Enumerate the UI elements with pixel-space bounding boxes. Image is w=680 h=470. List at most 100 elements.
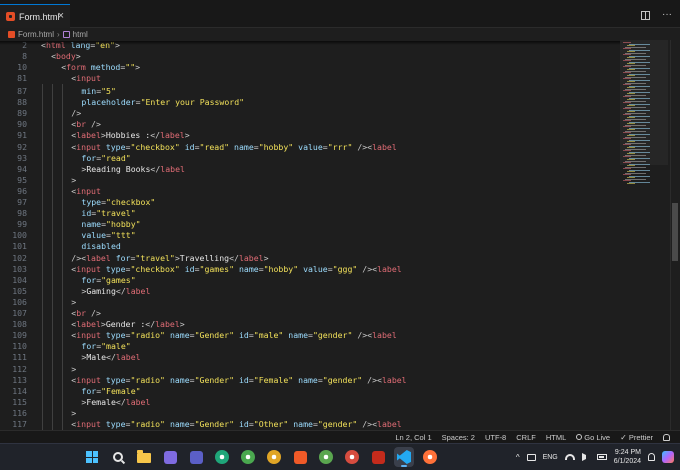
close-icon[interactable]: × <box>58 10 64 22</box>
breadcrumb-file[interactable]: Form.html <box>18 30 54 39</box>
code-token: > <box>71 407 77 418</box>
more-actions-icon[interactable]: ··· <box>662 9 672 20</box>
code-token: input <box>76 73 101 84</box>
code-text: <label>Gender :</label> <box>71 319 184 330</box>
tray-app-icon[interactable] <box>526 453 536 461</box>
scrollbar-thumb[interactable] <box>672 203 678 261</box>
battery-icon[interactable] <box>596 454 607 460</box>
volume-icon[interactable] <box>581 453 590 461</box>
taskbar-search[interactable] <box>108 447 128 467</box>
breadcrumb-element[interactable]: html <box>73 30 88 39</box>
code-line[interactable]: 92 <input type="checkbox" id="read" name=… <box>0 142 620 153</box>
taskbar-chrome-4[interactable] <box>342 447 362 467</box>
code-line[interactable]: 114 for="Female" <box>0 386 620 397</box>
code-token: name <box>234 141 254 152</box>
go-live-button[interactable]: Go Live <box>576 433 610 442</box>
code-line[interactable]: 98 id="travel" <box>0 208 620 219</box>
code-text: <input type="radio" name="Gender" id="ma… <box>71 330 396 341</box>
code-line[interactable]: 97 type="checkbox" <box>0 197 620 208</box>
encoding[interactable]: UTF-8 <box>485 433 506 442</box>
code-token: name <box>288 330 308 341</box>
taskbar-chrome-3[interactable] <box>316 447 336 467</box>
taskbar-app-purple[interactable] <box>160 447 180 467</box>
tab-bar: Form.html × ··· <box>0 4 680 28</box>
code-line[interactable]: 117 <input type="radio" name="Gender" id=… <box>0 419 620 430</box>
language-mode[interactable]: HTML <box>546 433 566 442</box>
taskbar-app-indigo[interactable] <box>186 447 206 467</box>
split-editor-icon[interactable] <box>641 11 650 20</box>
line-number: 115 <box>12 396 27 407</box>
code-line[interactable]: 90 <br /> <box>0 119 620 130</box>
code-line[interactable]: 93 for="read" <box>0 153 620 164</box>
cursor-position[interactable]: Ln 2, Col 1 <box>395 433 431 442</box>
code-line[interactable]: 110 for="male" <box>0 341 620 352</box>
code-text: <input type="checkbox" id="games" name="… <box>71 264 401 275</box>
line-number: 101 <box>12 241 27 252</box>
code-token: "checkbox" <box>130 141 180 152</box>
code-editor[interactable]: 87 min="5" 88 placeholder="Enter your Passw… <box>0 40 620 430</box>
code-line[interactable]: 105 >Gaming</label <box>0 286 620 297</box>
code-line[interactable]: 115 >Female</label <box>0 397 620 408</box>
taskbar-brave[interactable] <box>290 447 310 467</box>
windows-taskbar: ^ ENG 9:24 PM 6/1/2024 <box>0 443 680 470</box>
code-line[interactable]: 96 <input <box>0 186 620 197</box>
taskbar-app-red[interactable] <box>368 447 388 467</box>
code-line[interactable]: 104 for="games" <box>0 275 620 286</box>
code-line[interactable]: 111 >Male</label <box>0 352 620 363</box>
clock[interactable]: 9:24 PM 6/1/2024 <box>614 448 641 466</box>
chrome-icon <box>345 450 359 464</box>
copilot-icon[interactable] <box>662 451 674 463</box>
code-line[interactable]: 103 <input type="checkbox" id="games" nam… <box>0 264 620 275</box>
language-indicator[interactable]: ENG <box>543 454 558 461</box>
wifi-icon[interactable] <box>564 454 575 460</box>
minimap[interactable] <box>620 40 668 430</box>
code-line[interactable]: 95 > <box>0 175 620 186</box>
taskbar-firefox[interactable] <box>420 447 440 467</box>
code-line[interactable]: 108 <label>Gender :</label> <box>0 319 620 330</box>
purple-app-icon <box>163 450 177 464</box>
code-line[interactable]: 89 /> <box>0 108 620 119</box>
code-token: > <box>71 296 77 307</box>
code-line[interactable]: 112 > <box>0 364 620 375</box>
sticky-scroll-line[interactable]: 10 <form method=""> <box>0 62 620 74</box>
notifications-button[interactable] <box>663 433 670 441</box>
code-line[interactable]: 106 > <box>0 297 620 308</box>
code-line[interactable]: 113 <input type="radio" name="Gender" id=… <box>0 375 620 386</box>
taskbar-file-explorer[interactable] <box>134 447 154 467</box>
code-line[interactable]: 107 <br /> <box>0 308 620 319</box>
taskbar-vscode[interactable] <box>394 447 414 467</box>
code-line[interactable]: 101 disabled <box>0 241 620 252</box>
notification-bell-icon[interactable] <box>648 453 655 461</box>
code-token: method <box>90 62 121 73</box>
chevron-up-icon[interactable]: ^ <box>516 453 520 462</box>
end-of-line[interactable]: CRLF <box>516 433 536 442</box>
code-line[interactable]: 100 value="ttt" <box>0 230 620 241</box>
red-app-icon <box>371 450 385 464</box>
edge-icon <box>215 450 229 464</box>
code-line[interactable]: 102/><label for="travel">Travelling</lab… <box>0 253 620 264</box>
prettier-button[interactable]: ✓ Prettier <box>620 433 653 442</box>
code-line[interactable]: 99 name="hobby" <box>0 219 620 230</box>
start-button[interactable] <box>82 447 102 467</box>
taskbar-chrome-2[interactable] <box>264 447 284 467</box>
bell-icon <box>663 433 670 441</box>
go-live-label: Go Live <box>584 432 611 442</box>
code-text: placeholder="Enter your Password" <box>81 97 244 108</box>
code-token: Travelling <box>179 252 230 263</box>
line-number: 106 <box>12 296 27 307</box>
code-line[interactable]: 91 <label>Hobbies :</label> <box>0 130 620 141</box>
taskbar-chrome-1[interactable] <box>238 447 258 467</box>
taskbar-edge[interactable] <box>212 447 232 467</box>
code-token: Female <box>86 396 116 407</box>
code-token: name <box>81 219 102 230</box>
code-line[interactable]: 88 placeholder="Enter your Password" <box>0 97 620 108</box>
code-token: Hobbies : <box>105 130 151 141</box>
sticky-scroll-line[interactable]: 8 <body> <box>0 51 620 63</box>
code-line[interactable]: 116 > <box>0 408 620 419</box>
code-line[interactable]: 109 <input type="radio" name="Gender" id=… <box>0 330 620 341</box>
code-line[interactable]: 87 min="5" <box>0 86 620 97</box>
code-line[interactable]: 94 >Reading Books</label <box>0 164 620 175</box>
sticky-scroll-line[interactable]: 81 <input <box>0 73 620 85</box>
indentation[interactable]: Spaces: 2 <box>442 433 475 442</box>
tab-form-html[interactable]: Form.html × <box>0 4 70 28</box>
